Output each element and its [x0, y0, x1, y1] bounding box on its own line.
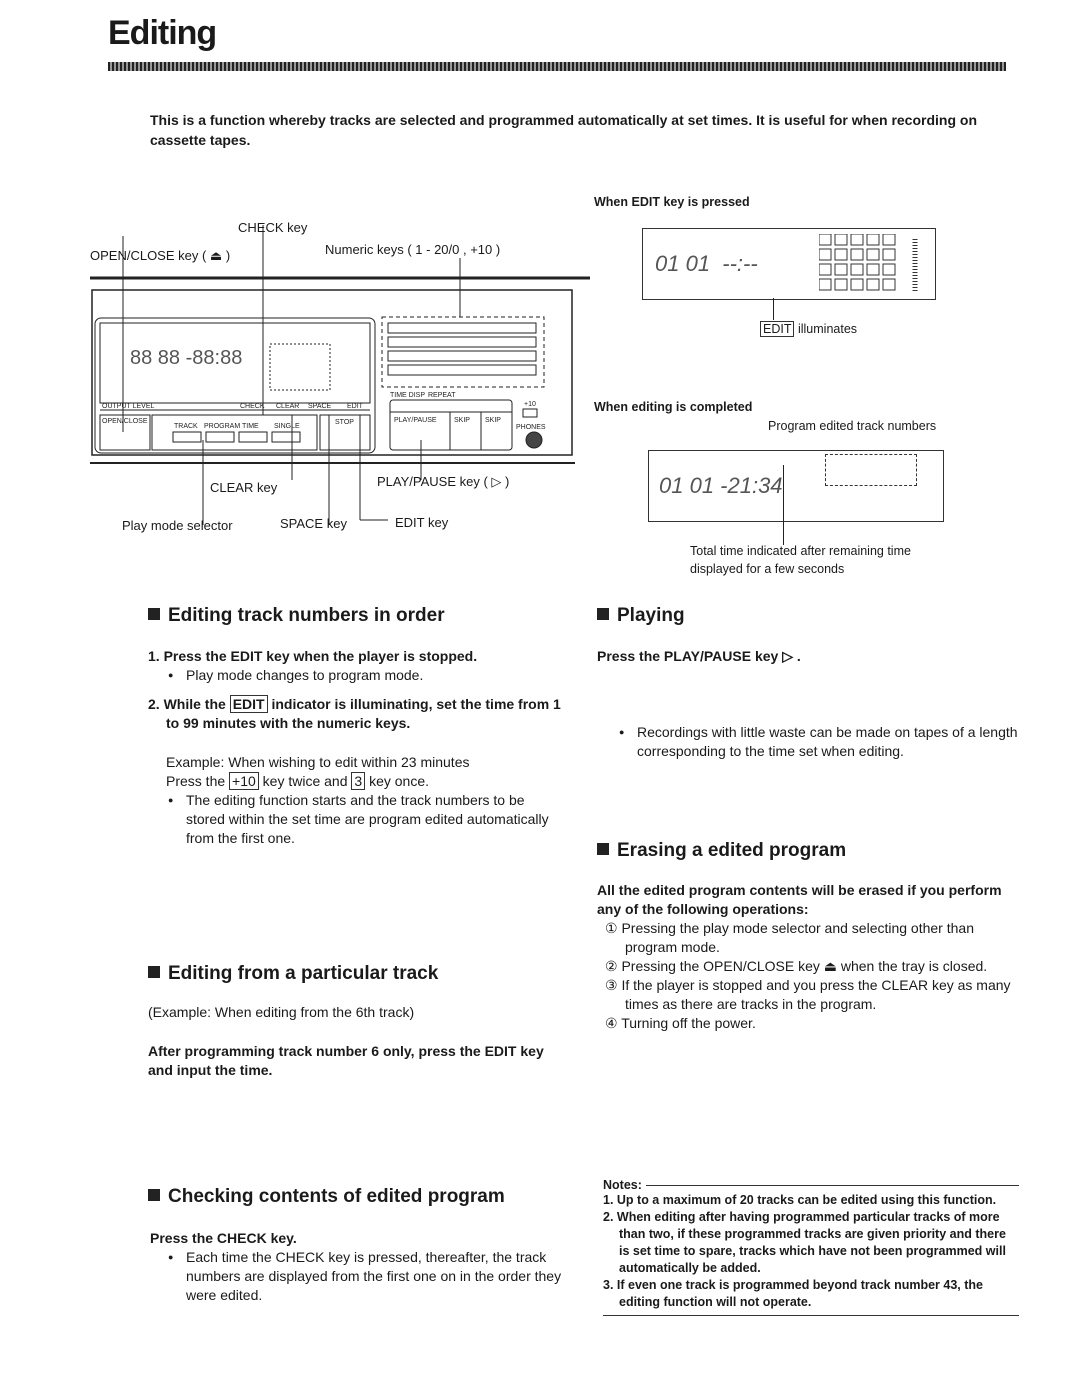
note-item: 1. Up to a maximum of 20 tracks can be e… — [603, 1193, 997, 1207]
display-readout: 01 01 -21:34 — [659, 473, 783, 498]
note-item: 3. If even one track is programmed beyon… — [603, 1278, 983, 1309]
display-edit-completed: 01 01 -21:34 — [648, 450, 944, 522]
edit-completed-heading: When editing is completed — [594, 400, 753, 414]
page-title: Editing — [108, 14, 217, 52]
particular-instruction: After programming track number 6 only, p… — [148, 1043, 544, 1078]
panel-label-clear: CLEAR — [276, 403, 299, 410]
play-pause-key-label: PLAY/PAUSE key ( ▷ ) — [377, 474, 510, 489]
play-mode-selector-label: Play mode selector — [122, 518, 233, 533]
section-title-erasing: Erasing a edited program — [597, 840, 846, 862]
section-title-in-order: Editing track numbers in order — [148, 605, 445, 627]
notes-box: Notes: 1. Up to a maximum of 20 tracks c… — [603, 1178, 1019, 1316]
program-edited-caption: Program edited track numbers — [768, 419, 937, 433]
erase-condition: ④ Turning off the power. — [605, 1015, 756, 1031]
editing-starts-bullet: The editing function starts and the trac… — [166, 791, 563, 848]
open-close-key-label: OPEN/CLOSE key ( ⏏ ) — [90, 248, 231, 263]
note-item: 2. When editing after having programmed … — [603, 1210, 1006, 1275]
erase-condition: ③ If the player is stopped and you press… — [605, 977, 1011, 1012]
manual-page: Editing This is a function whereby track… — [0, 0, 1080, 1375]
panel-label-phones: PHONES — [516, 424, 546, 431]
panel-label-open-close: OPEN/CLOSE — [102, 418, 148, 425]
section-title-particular: Editing from a particular track — [148, 963, 438, 985]
erase-condition: ② Pressing the OPEN/CLOSE key ⏏ when the… — [605, 958, 988, 974]
panel-label-stop: STOP — [335, 419, 354, 426]
space-key-label: SPACE key — [280, 516, 347, 531]
panel-label-skip-back: SKIP — [454, 417, 470, 424]
panel-label-plus-10: +10 — [524, 401, 536, 408]
display-edit-pressed: 01 01 --:-- — [642, 228, 936, 300]
numeric-keys — [387, 322, 537, 376]
panel-label-track: TRACK — [174, 423, 198, 430]
step-1: 1. Press the EDIT key when the player is… — [148, 648, 478, 664]
panel-label-time-disp: TIME DISP — [390, 392, 425, 399]
example-text: Example: When wishing to edit within 23 … — [166, 754, 470, 770]
checking-instruction: Press the CHECK key. — [150, 1230, 297, 1246]
panel-label-check: CHECK — [240, 403, 265, 410]
panel-label-program: PROGRAM — [204, 423, 240, 430]
checking-bullet: Each time the CHECK key is pressed, ther… — [166, 1248, 586, 1305]
total-time-caption-2: displayed for a few seconds — [690, 562, 845, 576]
example-keys: Press the +10 key twice and 3 key once. — [166, 772, 430, 790]
panel-label-space: SPACE — [308, 403, 332, 410]
panel-label-repeat: REPEAT — [428, 392, 456, 399]
panel-label-edit: EDIT — [347, 403, 364, 410]
edit-key-label: EDIT key — [395, 515, 449, 530]
edit-pressed-heading: When EDIT key is pressed — [594, 195, 750, 209]
total-time-caption-1: Total time indicated after remaining tim… — [690, 544, 911, 558]
numeric-keys-label: Numeric keys ( 1 - 20/0 , +10 ) — [325, 242, 501, 257]
panel-label-time: TIME — [242, 423, 259, 430]
display-digits: 88 88 -88:88 — [130, 347, 242, 369]
step-1-bullet: Play mode changes to program mode. — [166, 666, 563, 685]
panel-label-skip-forward: SKIP — [485, 417, 501, 424]
check-key-label: CHECK key — [238, 220, 308, 235]
title-rule — [108, 62, 1006, 71]
panel-label-single: SINGLE — [274, 423, 300, 430]
erase-condition: ① Pressing the play mode selector and se… — [605, 920, 974, 955]
notes-heading: Notes: — [603, 1178, 642, 1192]
display-readout: 01 01 --:-- — [655, 251, 758, 276]
playing-instruction: Press the PLAY/PAUSE key ▷ . — [597, 648, 801, 664]
clear-key-label: CLEAR key — [210, 480, 278, 495]
panel-label-output-level: OUTPUT LEVEL — [102, 403, 154, 410]
intro-text: This is a function whereby tracks are se… — [150, 112, 977, 148]
playing-bullet: Recordings with little waste can be made… — [617, 723, 1032, 761]
step-2: 2. While the EDIT indicator is illuminat… — [148, 695, 561, 731]
edit-illuminates-caption: EDIT illuminates — [760, 321, 857, 337]
section-title-playing: Playing — [597, 605, 685, 627]
erasing-intro: All the edited program contents will be … — [597, 882, 1002, 917]
section-title-checking: Checking contents of edited program — [148, 1186, 505, 1208]
panel-label-play-pause: PLAY/PAUSE — [394, 417, 437, 424]
device-diagram: 88 88 -88:88 OPEN/CLOSE TRACK PROGRAM TI… — [90, 210, 590, 540]
particular-example: (Example: When editing from the 6th trac… — [148, 1004, 415, 1020]
